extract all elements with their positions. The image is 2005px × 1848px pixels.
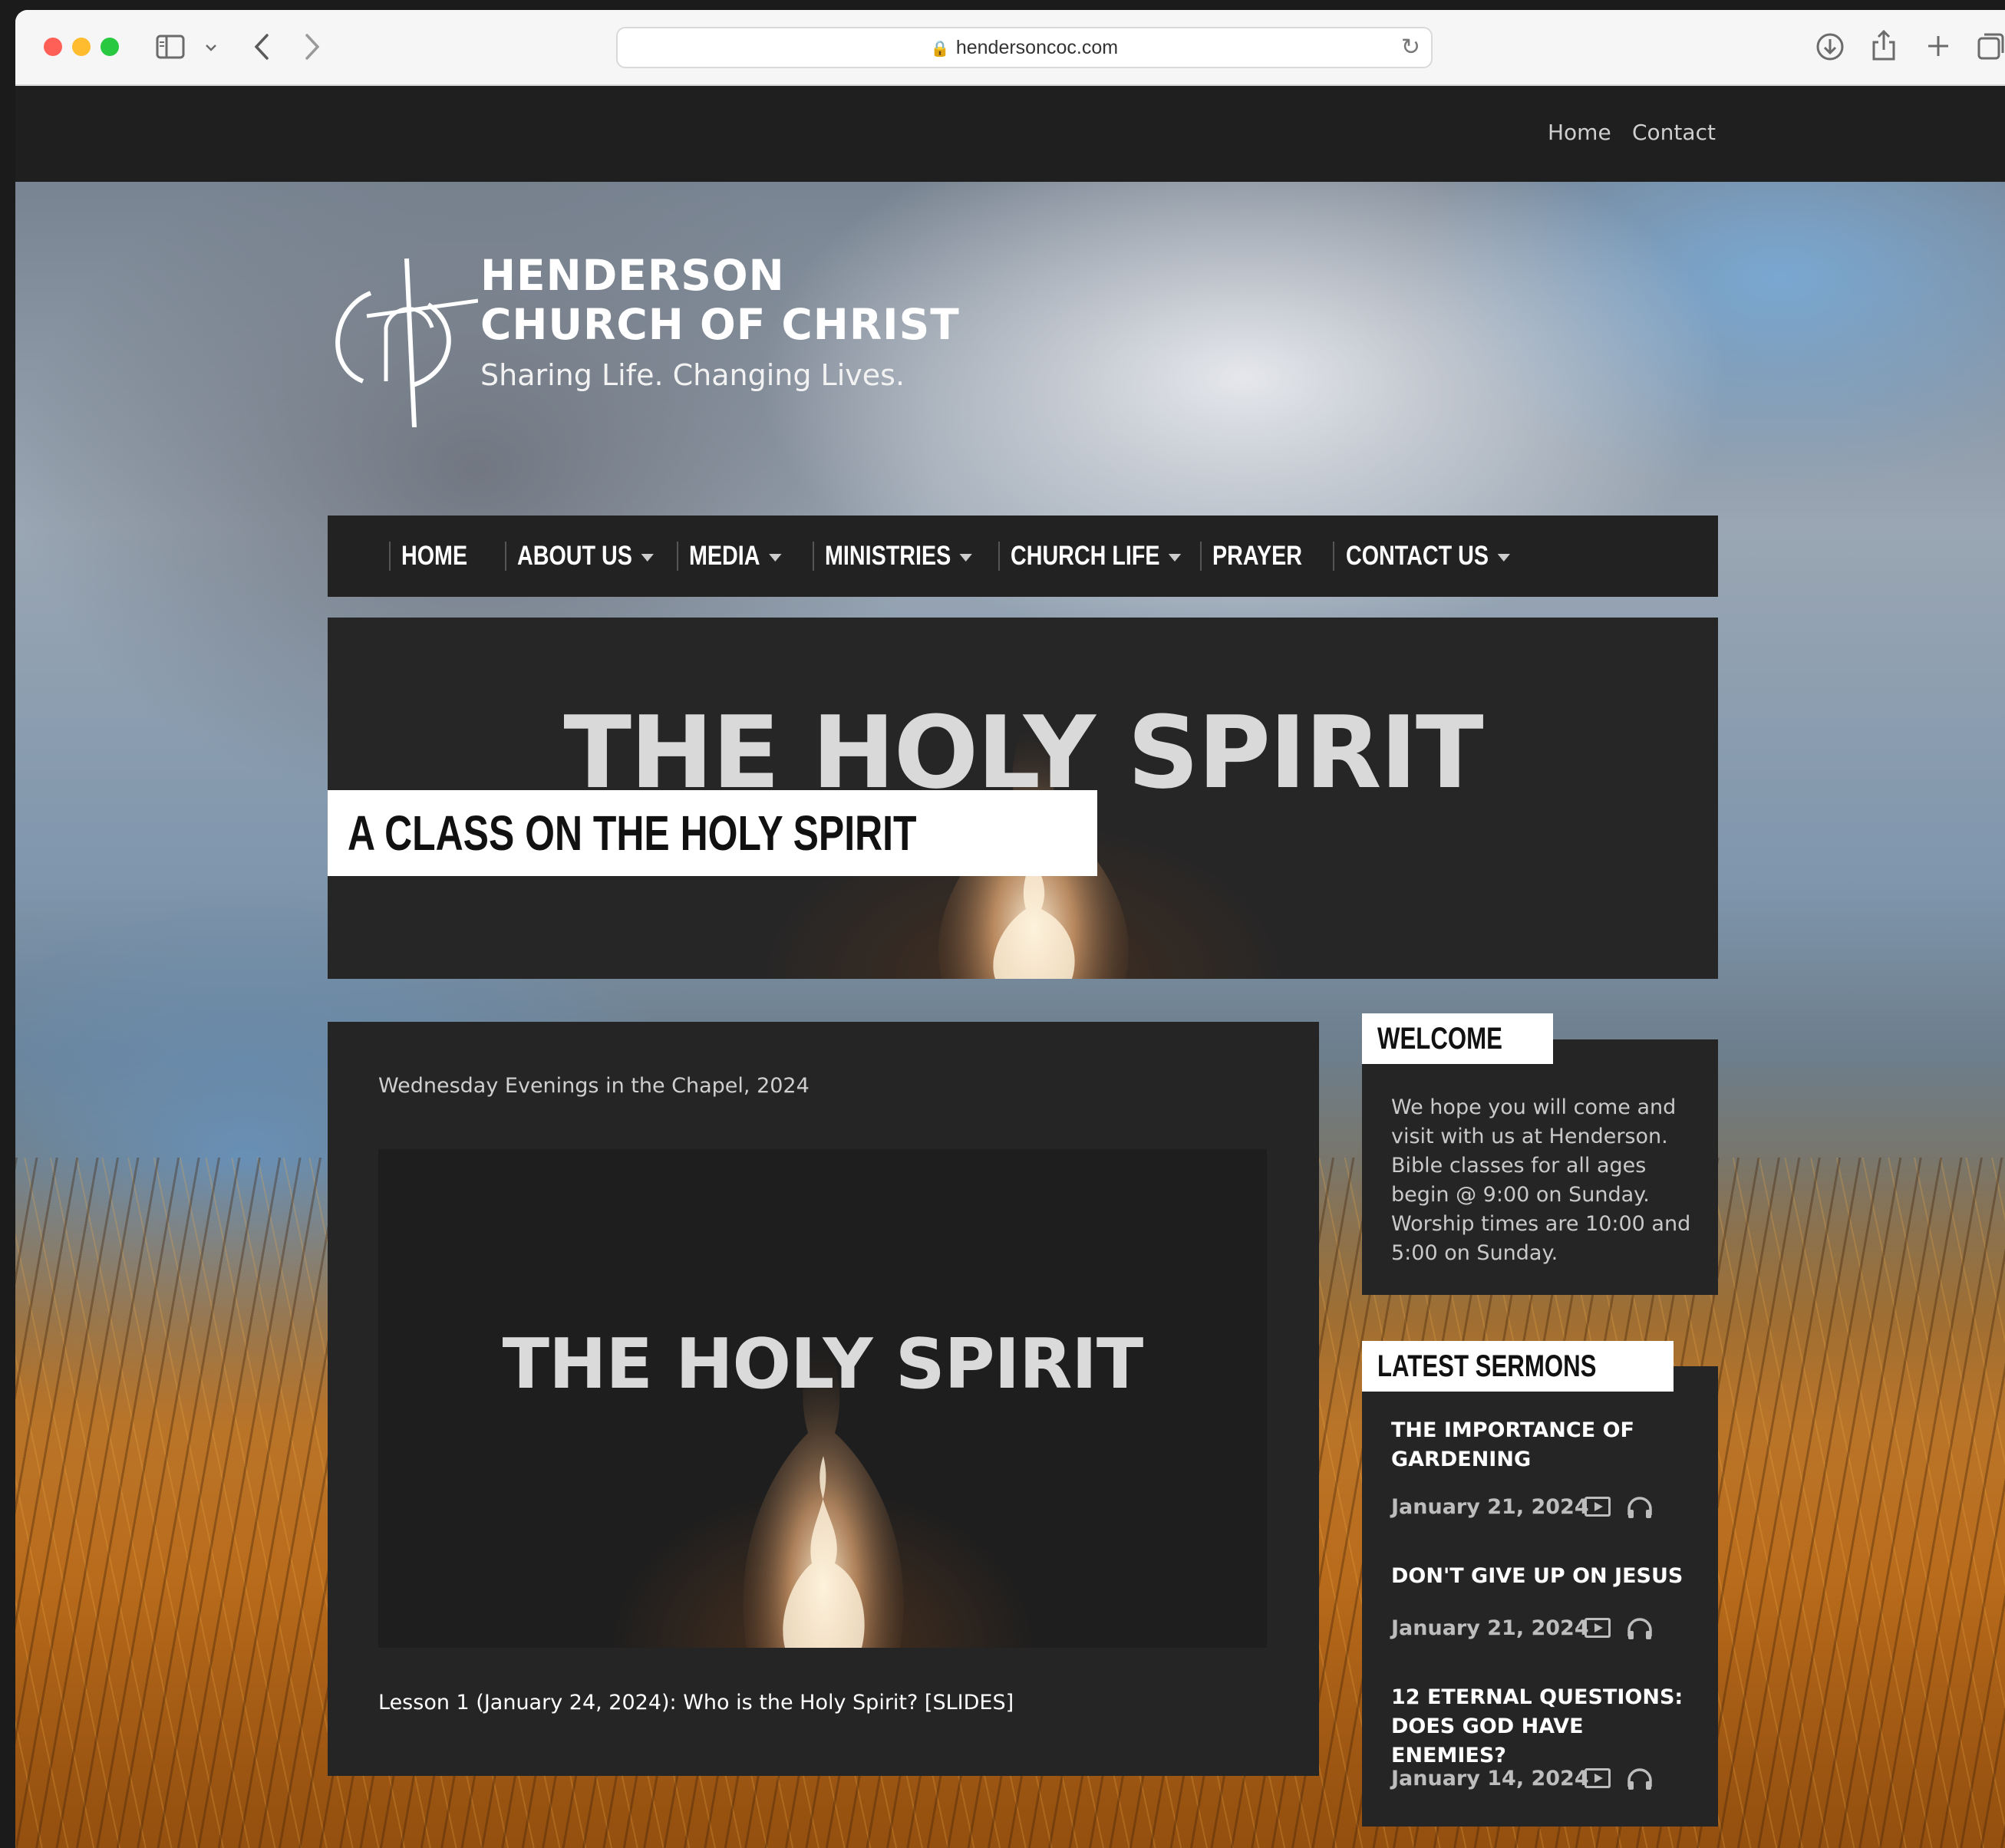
nav-item-about-us[interactable]: ABOUT US	[517, 516, 654, 597]
nav-item-home[interactable]: HOME	[401, 516, 467, 597]
video-icon[interactable]	[1585, 1768, 1611, 1788]
sermon-date: January 21, 2024	[1391, 1616, 1589, 1640]
forward-icon[interactable]	[304, 33, 321, 61]
sermon-date: January 21, 2024	[1391, 1495, 1589, 1519]
chevron-down-icon[interactable]	[205, 44, 217, 51]
sermon-title-link[interactable]: THE IMPORTANCE OF GARDENING	[1391, 1416, 1698, 1474]
welcome-widget-label: WELCOME	[1362, 1013, 1553, 1064]
browser-window: 🔒 hendersoncoc.com ↻ Home Contact HENDER…	[15, 10, 2005, 1848]
nav-item-label: CONTACT US	[1346, 541, 1489, 571]
nav-separator	[1333, 542, 1334, 571]
headphones-icon[interactable]	[1626, 1495, 1654, 1520]
nav-separator	[813, 542, 814, 571]
cross-logo-icon	[335, 258, 478, 427]
chevron-down-icon	[641, 553, 654, 562]
logo-line-1: HENDERSON	[480, 251, 785, 300]
new-tab-icon[interactable]	[1925, 33, 1951, 59]
hero-banner[interactable]: THE HOLY SPIRIT A CLASS ON THE HOLY SPIR…	[328, 618, 1718, 979]
flame-graphic	[743, 1241, 904, 1648]
nav-separator	[677, 542, 678, 571]
nav-item-label: MEDIA	[689, 541, 760, 571]
headphones-icon[interactable]	[1626, 1616, 1654, 1641]
close-window-button[interactable]	[44, 38, 62, 56]
reload-icon[interactable]: ↻	[1401, 28, 1420, 67]
logo-line-2: CHURCH OF CHRIST	[480, 300, 960, 349]
sermon-title-link[interactable]: 12 ETERNAL QUESTIONS: DOES GOD HAVE ENEM…	[1391, 1683, 1698, 1771]
sermon-title-link[interactable]: DON'T GIVE UP ON JESUS	[1391, 1562, 1698, 1591]
nav-separator	[389, 542, 391, 571]
hero-label-text: A CLASS ON THE HOLY SPIRIT	[348, 805, 917, 861]
latest-sermons-label-text: LATEST SERMONS	[1377, 1349, 1597, 1383]
welcome-widget: We hope you will come and visit with us …	[1362, 1039, 1718, 1295]
main-navigation: HOME ABOUT US MEDIA MINISTRIES CHURCH LI…	[328, 516, 1718, 597]
nav-item-label: HOME	[401, 541, 468, 571]
welcome-label-text: WELCOME	[1377, 1022, 1502, 1056]
chevron-down-icon	[959, 553, 973, 562]
latest-sermons-widget-label: LATEST SERMONS	[1362, 1341, 1674, 1392]
nav-item-label: ABOUT US	[517, 541, 632, 571]
sermon-date: January 14, 2024	[1391, 1767, 1589, 1790]
chevron-down-icon	[1497, 553, 1510, 562]
nav-item-prayer[interactable]: PRAYER	[1212, 516, 1302, 597]
class-banner-title: THE HOLY SPIRIT	[502, 1324, 1144, 1405]
main-content-panel: Wednesday Evenings in the Chapel, 2024 T…	[328, 1022, 1319, 1776]
class-banner-image: THE HOLY SPIRIT	[378, 1149, 1267, 1648]
nav-item-label: PRAYER	[1212, 541, 1302, 571]
lock-icon: 🔒	[930, 41, 950, 58]
share-icon[interactable]	[1871, 28, 1897, 62]
nav-item-label: MINISTRIES	[825, 541, 951, 571]
nav-item-label: CHURCH LIFE	[1011, 541, 1160, 571]
utility-link-contact[interactable]: Contact	[1632, 120, 1716, 145]
lesson-link[interactable]: Lesson 1 (January 24, 2024): Who is the …	[378, 1691, 1014, 1715]
web-page: Home Contact HENDERSON CHURCH OF CHRIST …	[15, 86, 2005, 1848]
nav-item-media[interactable]: MEDIA	[689, 516, 782, 597]
nav-separator	[505, 542, 506, 571]
browser-toolbar: 🔒 hendersoncoc.com ↻	[15, 10, 2005, 86]
content-subtitle: Wednesday Evenings in the Chapel, 2024	[378, 1074, 810, 1098]
nav-item-church-life[interactable]: CHURCH LIFE	[1011, 516, 1182, 597]
headphones-icon[interactable]	[1626, 1767, 1654, 1791]
address-bar[interactable]: 🔒 hendersoncoc.com ↻	[616, 27, 1433, 68]
logo-tagline: Sharing Life. Changing Lives.	[480, 358, 905, 392]
tabs-icon[interactable]	[1977, 31, 2005, 61]
nav-item-ministries[interactable]: MINISTRIES	[825, 516, 973, 597]
latest-sermons-widget: THE IMPORTANCE OF GARDENING January 21, …	[1362, 1366, 1718, 1827]
welcome-text: We hope you will come and visit with us …	[1391, 1095, 1691, 1265]
utility-link-home[interactable]: Home	[1548, 120, 1611, 145]
sidebar-icon[interactable]	[156, 35, 185, 59]
url-text: hendersoncoc.com	[955, 37, 1119, 58]
chevron-down-icon	[1168, 553, 1182, 562]
nav-separator	[998, 542, 1000, 571]
chevron-down-icon	[768, 553, 782, 562]
site-logo[interactable]: HENDERSON CHURCH OF CHRIST Sharing Life.…	[317, 251, 977, 427]
nav-item-contact-us[interactable]: CONTACT US	[1346, 516, 1510, 597]
video-icon[interactable]	[1585, 1618, 1611, 1638]
video-icon[interactable]	[1585, 1497, 1611, 1517]
minimize-window-button[interactable]	[72, 38, 91, 56]
hero-label[interactable]: A CLASS ON THE HOLY SPIRIT	[328, 790, 1097, 876]
back-icon[interactable]	[253, 33, 270, 61]
maximize-window-button[interactable]	[101, 38, 119, 56]
nav-separator	[1200, 542, 1202, 571]
download-icon[interactable]	[1815, 31, 1845, 62]
utility-bar: Home Contact	[15, 86, 2005, 182]
